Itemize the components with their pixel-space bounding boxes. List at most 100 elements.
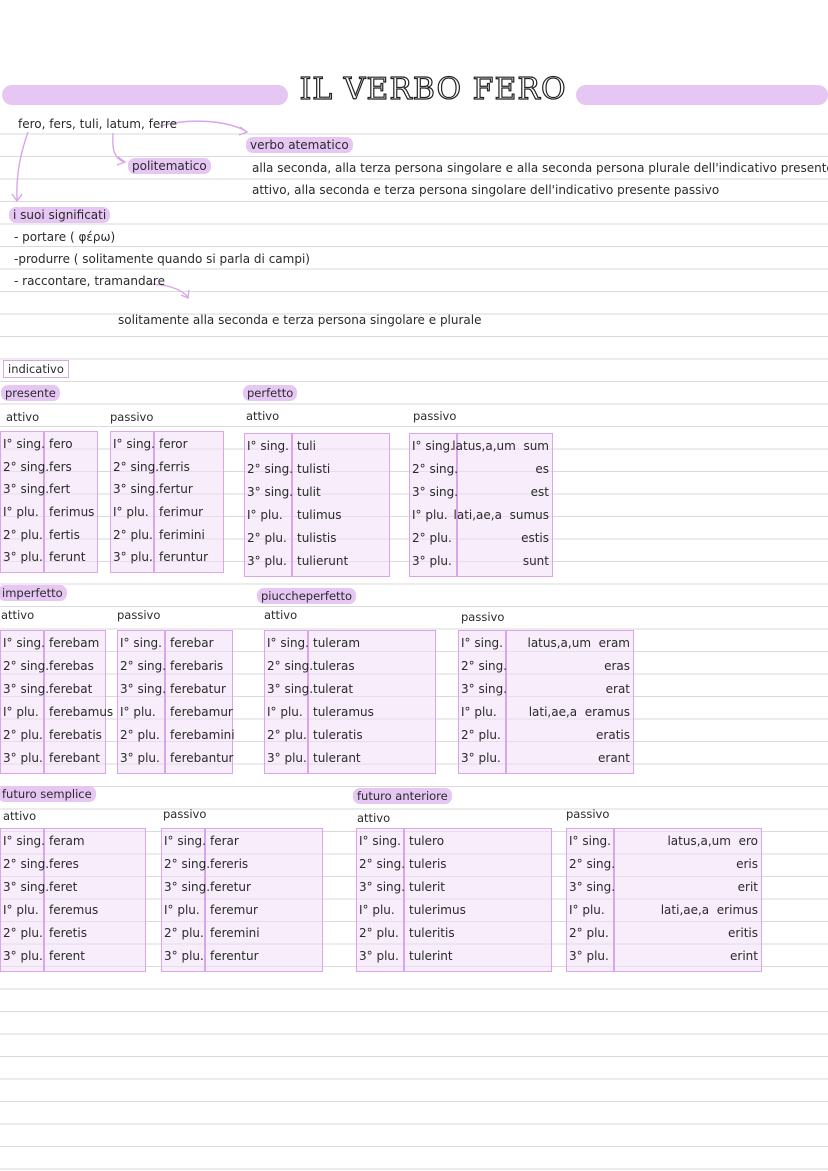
verb-form: tuleratis xyxy=(313,728,363,742)
person-label: I° sing. xyxy=(3,636,45,650)
verb-form: tulit xyxy=(297,485,321,499)
table-imperfetto-passivo: I° sing. ferebar 2° sing. ferebaris 3° sing.… xyxy=(117,630,235,774)
verb-form: lati,ae,a sumus xyxy=(453,508,549,522)
person-label: I° plu. xyxy=(359,903,395,917)
conjugation-row: 3° sing. feretur xyxy=(162,876,322,899)
conjugation-row: I° plu. lati,ae,a eramus xyxy=(459,701,633,724)
verb-form: fertis xyxy=(49,527,80,542)
verb-form: fertur xyxy=(159,482,193,497)
verb-form: ferebam xyxy=(49,636,100,650)
verb-form: feram xyxy=(49,834,85,848)
meaning-3: - raccontare, tramandare xyxy=(14,274,165,288)
conjugation-row: 3° plu. ferent xyxy=(1,945,145,968)
conjugation-row: 2° sing. eras xyxy=(459,655,633,678)
verb-form: tuleritis xyxy=(409,926,455,940)
conjugation-row: 3° sing. fert xyxy=(1,478,97,501)
verb-form: feremini xyxy=(210,926,260,940)
verb-form: es xyxy=(535,462,549,476)
verb-form: feruntur xyxy=(159,550,208,565)
person-label: I° plu. xyxy=(412,508,448,522)
conjugation-row: 3° sing. ferebatur xyxy=(118,678,232,701)
person-label: 3° plu. xyxy=(359,949,399,963)
person-label: I° sing. xyxy=(164,834,206,848)
conjugation-row: 3° sing. erit xyxy=(567,876,761,899)
person-label: I° sing. xyxy=(412,439,454,453)
person-label: 3° sing. xyxy=(120,682,167,696)
label-attivo: attivo xyxy=(357,811,391,825)
verb-form: ferebamini xyxy=(170,728,235,742)
verb-form: ferimus xyxy=(49,505,95,519)
tense-piuccheperfetto: piuccheperfetto xyxy=(257,588,357,604)
tense-perfetto: perfetto xyxy=(243,385,298,401)
person-label: 3° plu. xyxy=(164,949,204,963)
verb-form: ferunt xyxy=(49,550,86,565)
conjugation-row: 2° sing. fers xyxy=(1,456,97,479)
verb-form: fereris xyxy=(210,857,249,871)
person-label: 3° plu. xyxy=(461,751,501,765)
person-label: 2° sing. xyxy=(164,857,211,871)
verb-form: tulistis xyxy=(297,531,337,545)
verb-form: feremur xyxy=(210,903,258,917)
conjugation-row: 3° plu. sunt xyxy=(410,550,552,573)
label-attivo: attivo xyxy=(264,608,298,622)
conjugation-row: 3° plu. feruntur xyxy=(111,546,223,569)
person-label: 2° plu. xyxy=(3,527,43,542)
person-label: I° plu. xyxy=(247,508,283,522)
person-label: 3° plu. xyxy=(3,550,43,565)
person-label: 2° sing. xyxy=(113,459,160,474)
mood-indicativo: indicativo xyxy=(3,360,69,378)
verb-form: tulerit xyxy=(409,880,445,894)
conjugation-row: 2° sing. tuleris xyxy=(357,853,551,876)
conjugation-row: 2° sing. eris xyxy=(567,853,761,876)
table-presente-passivo: I° sing. feror 2° sing. ferris 3° sing. fertu… xyxy=(110,431,224,573)
conjugation-row: 3° sing. feret xyxy=(1,876,145,899)
tense-futuro-semplice: futuro semplice xyxy=(0,786,96,802)
conjugation-row: 3° plu. tulerant xyxy=(265,747,435,770)
conjugation-row: I° sing. ferebar xyxy=(118,632,232,655)
verb-form: erit xyxy=(737,880,758,894)
person-label: 2° sing. xyxy=(3,459,50,474)
person-label: I° plu. xyxy=(3,505,39,519)
person-label: 2° plu. xyxy=(461,728,501,742)
verb-form: tulerimus xyxy=(409,903,466,917)
conjugation-row: 2° plu. eritis xyxy=(567,922,761,945)
verb-form: tuleramus xyxy=(313,705,374,719)
conjugation-row: 2° plu. ferebatis xyxy=(1,724,105,747)
person-label: 2° sing. xyxy=(267,659,314,673)
person-label: 3° plu. xyxy=(113,550,153,565)
verb-form: ferebat xyxy=(49,682,93,696)
label-passivo: passivo xyxy=(110,410,154,424)
person-label: 2° sing. xyxy=(120,659,167,673)
conjugation-row: 2° plu. eratis xyxy=(459,724,633,747)
table-imperfetto-attivo: I° sing. ferebam 2° sing. ferebas 3° sing. fe… xyxy=(0,630,113,774)
conjugation-row: 3° plu. ferentur xyxy=(162,945,322,968)
conjugation-row: 3° sing. ferebat xyxy=(1,678,105,701)
verb-form: tuleram xyxy=(313,636,361,650)
conjugation-row: 2° plu. feremini xyxy=(162,922,322,945)
table-presente-attivo: I° sing. fero 2° sing. fers 3° sing. fert I° p… xyxy=(0,431,98,573)
tense-presente: presente xyxy=(1,385,60,401)
conjugation-row: 2° sing. ferris xyxy=(111,456,223,479)
person-label: 2° plu. xyxy=(120,728,160,742)
verb-form: eris xyxy=(736,857,758,871)
label-attivo: attivo xyxy=(1,608,35,622)
person-label: 2° sing. xyxy=(3,857,50,871)
conjugation-row: I° sing. tuleram xyxy=(265,632,435,655)
person-label: 2° sing. xyxy=(569,857,616,871)
verb-form: fero xyxy=(49,437,73,451)
verb-form: latus,a,um eram xyxy=(527,636,630,650)
table-futuro-anteriore-attivo: I° sing. tulero 2° sing. tuleris 3° sing. tul… xyxy=(356,828,552,972)
verb-form: fert xyxy=(49,482,71,497)
conjugation-row: 3° plu. tulerint xyxy=(357,945,551,968)
verb-form: sunt xyxy=(522,554,549,568)
person-label: 2° plu. xyxy=(164,926,204,940)
label-passivo: passivo xyxy=(461,610,505,624)
person-label: 3° plu. xyxy=(412,554,452,568)
person-label: 2° plu. xyxy=(3,728,43,742)
person-label: 2° plu. xyxy=(359,926,399,940)
verb-form: ferebant xyxy=(49,751,100,765)
label-passivo: passivo xyxy=(413,409,457,423)
person-label: 2° plu. xyxy=(113,527,153,542)
conjugation-row: I° plu. ferebamur xyxy=(118,701,233,724)
table-futuro-semplice-attivo: I° sing. feram 2° sing. feres 3° sing. feret I… xyxy=(0,828,146,972)
